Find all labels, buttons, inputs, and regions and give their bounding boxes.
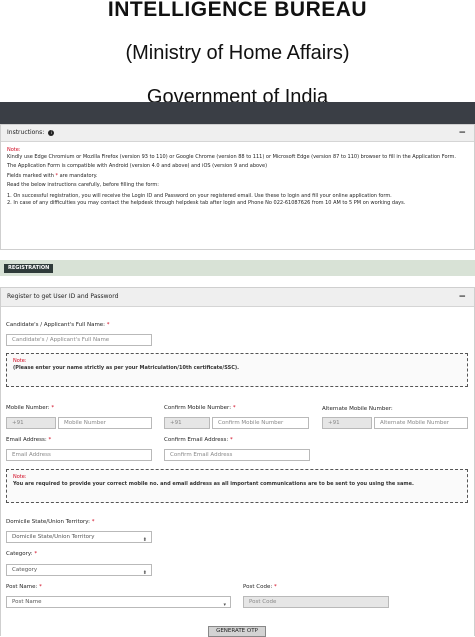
instructions-line-mandatory: Fields marked with * are mandatory. bbox=[7, 172, 98, 179]
page-header: INTELLIGENCE BUREAU (Ministry of Home Af… bbox=[0, 0, 475, 104]
domicile-select[interactable]: Domicile State/Union Territory ⬍ bbox=[6, 531, 152, 543]
mobile-label: Mobile Number: * bbox=[6, 405, 55, 411]
instructions-line-browsers: Kindly use Edge Chromium or Mozilla Fire… bbox=[7, 153, 456, 160]
contact-note-box: Note: You are required to provide your c… bbox=[6, 469, 468, 503]
domicile-label: Domicile State/Union Territory: * bbox=[6, 519, 95, 525]
alt-mobile-label: Alternate Mobile Number: bbox=[322, 406, 393, 412]
instructions-header[interactable]: Instructions: i − bbox=[1, 125, 474, 142]
contact-note-label: Note: bbox=[13, 474, 27, 480]
header-band bbox=[0, 102, 475, 124]
org-title: INTELLIGENCE BUREAU bbox=[107, 0, 368, 21]
org-subtitle: (Ministry of Home Affairs) bbox=[125, 42, 350, 64]
caret-updown-icon: ⬍ bbox=[142, 537, 147, 543]
full-name-label: Candidate's / Applicant's Full Name: * bbox=[6, 322, 110, 328]
instructions-panel: Instructions: i − Note: Kindly use Edge … bbox=[0, 124, 475, 250]
post-name-select[interactable]: Post Name ▾ bbox=[6, 596, 231, 608]
confirm-mobile-input[interactable]: Confirm Mobile Number bbox=[212, 417, 309, 429]
instructions-heading: Instructions: bbox=[7, 129, 45, 136]
confirm-mobile-prefix: +91 bbox=[164, 417, 210, 429]
generate-otp-button[interactable]: GENERATE OTP bbox=[208, 626, 266, 637]
post-code-label: Post Code: * bbox=[243, 584, 277, 590]
instructions-line-compat: The Application Form is compatible with … bbox=[7, 163, 268, 169]
register-header[interactable]: Register to get User ID and Password − bbox=[1, 288, 474, 307]
instructions-item-2: 2. In case of any difficulties you may c… bbox=[7, 200, 406, 206]
category-label: Category: * bbox=[6, 551, 38, 557]
caret-updown-icon: ⬍ bbox=[142, 570, 147, 576]
category-select[interactable]: Category ⬍ bbox=[6, 564, 152, 576]
name-note-box: Note: (Please enter your name strictly a… bbox=[6, 353, 468, 387]
mobile-prefix: +91 bbox=[6, 417, 56, 429]
confirm-email-label: Confirm Email Address: * bbox=[164, 437, 233, 443]
collapse-icon[interactable]: − bbox=[458, 288, 466, 306]
alt-mobile-input[interactable]: Alternate Mobile Number bbox=[374, 417, 468, 429]
confirm-mobile-label: Confirm Mobile Number: * bbox=[164, 405, 236, 411]
full-name-input[interactable]: Candidate's / Applicant's Full Name bbox=[6, 334, 152, 346]
confirm-email-input[interactable]: Confirm Email Address bbox=[164, 449, 310, 461]
instructions-line-read: Read the below instructions carefully, b… bbox=[7, 182, 159, 188]
post-code-input: Post Code bbox=[243, 596, 389, 608]
registration-tab-strip: REGISTRATION bbox=[0, 260, 475, 276]
collapse-icon[interactable]: − bbox=[458, 125, 466, 141]
info-icon: i bbox=[48, 129, 55, 136]
email-input[interactable]: Email Address bbox=[6, 449, 152, 461]
alt-mobile-prefix: +91 bbox=[322, 417, 372, 429]
register-heading: Register to get User ID and Password bbox=[7, 293, 119, 300]
post-name-label: Post Name: * bbox=[6, 584, 42, 590]
email-label: Email Address: * bbox=[6, 437, 52, 443]
instructions-item-1: 1. On successful registration, you will … bbox=[7, 192, 392, 199]
mobile-input[interactable]: Mobile Number bbox=[58, 417, 152, 429]
caret-down-icon: ▾ bbox=[223, 602, 226, 608]
tab-registration[interactable]: REGISTRATION bbox=[4, 264, 54, 273]
contact-note-text: You are required to provide your correct… bbox=[13, 481, 414, 487]
name-note-text: (Please enter your name strictly as per … bbox=[13, 365, 240, 371]
name-note-label: Note: bbox=[13, 358, 27, 364]
